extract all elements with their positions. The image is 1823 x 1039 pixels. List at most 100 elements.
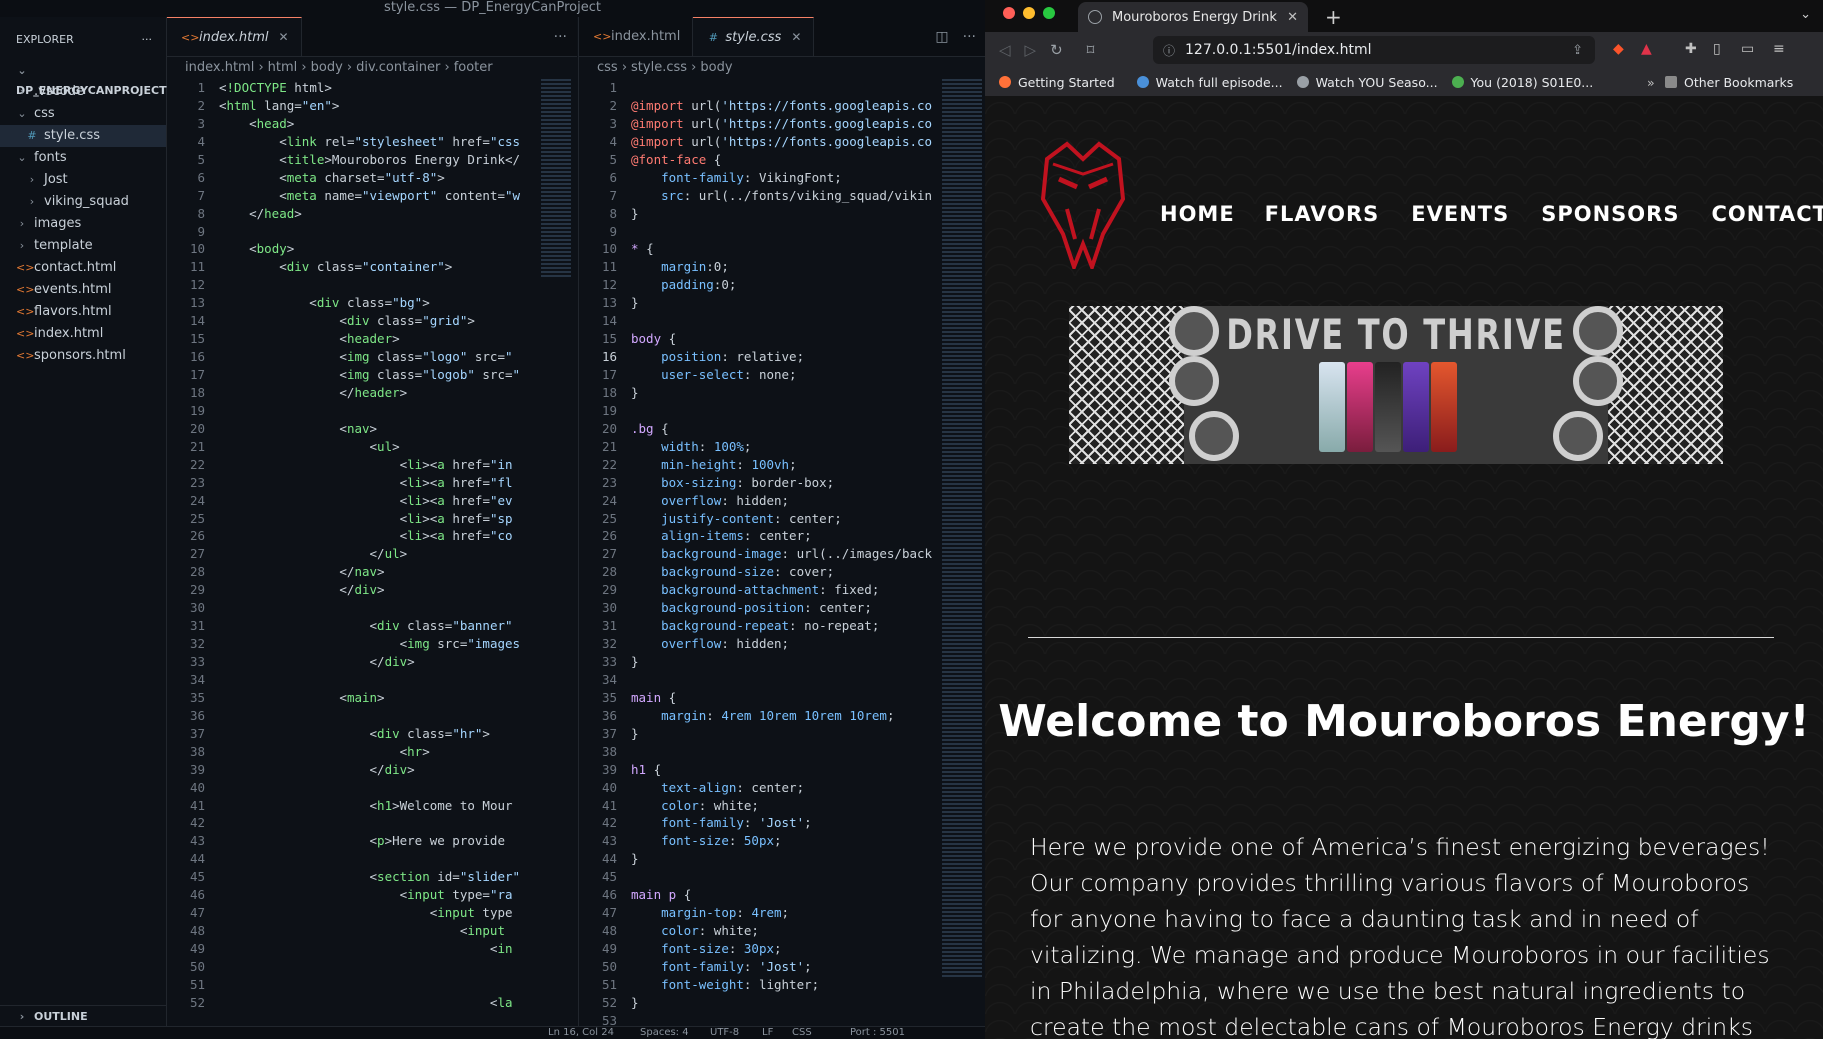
back-icon[interactable]: ◁ xyxy=(999,41,1011,59)
code-line[interactable]: 28 </nav> xyxy=(167,563,577,581)
code-line[interactable]: 16 position: relative; xyxy=(579,348,986,366)
code-line[interactable]: 34 xyxy=(167,671,577,689)
bookmark-getting-started[interactable]: Getting Started xyxy=(999,75,1115,90)
new-tab-button[interactable]: + xyxy=(1325,5,1342,29)
forward-icon[interactable]: ▷ xyxy=(1025,41,1037,59)
code-editor[interactable]: 1 <!DOCTYPE html> 2 <html lang="en"> 3 <head… xyxy=(167,79,577,1027)
code-line[interactable]: 44} xyxy=(579,850,986,868)
code-line[interactable]: 3 @import url('https://fonts.googleapis.c… xyxy=(579,115,986,133)
code-line[interactable]: 15 body { xyxy=(579,330,986,348)
code-line[interactable]: 11 <div class="container"> xyxy=(167,258,577,276)
tab-style-css[interactable]: # style.css ✕ xyxy=(693,17,815,56)
code-line[interactable]: 20 .bg { xyxy=(579,420,986,438)
tree-item[interactable]: # style.css xyxy=(0,125,166,147)
close-icon[interactable]: ✕ xyxy=(791,30,801,44)
close-tab-icon[interactable]: ✕ xyxy=(1287,10,1298,25)
code-line[interactable]: 10 <body> xyxy=(167,240,577,258)
code-line[interactable]: 21 <ul> xyxy=(167,438,577,456)
code-line[interactable]: 6 <meta charset="utf-8"> xyxy=(167,169,577,187)
tree-item[interactable]: ⌄ css xyxy=(0,103,166,125)
code-line[interactable]: 24 overflow: hidden; xyxy=(579,492,986,510)
code-line[interactable]: 13 <div class="bg"> xyxy=(167,294,577,312)
indentation[interactable]: Spaces: 4 xyxy=(640,1027,689,1038)
nav-link-flavors[interactable]: FLAVORS xyxy=(1265,202,1380,226)
code-line[interactable]: 26 <li><a href="co xyxy=(167,527,577,545)
code-line[interactable]: 36 margin: 4rem 10rem 10rem 10rem; xyxy=(579,707,986,725)
split-editor-icon[interactable]: ◫ xyxy=(935,29,948,45)
code-line[interactable]: 5 <title>Mouroboros Energy Drink</ xyxy=(167,151,577,169)
code-line[interactable]: 9 xyxy=(167,223,577,241)
code-line[interactable]: 38 <hr> xyxy=(167,743,577,761)
breadcrumb-item[interactable]: css › xyxy=(597,60,627,75)
code-line[interactable]: 23 box-sizing: border-box; xyxy=(579,474,986,492)
code-line[interactable]: 40 text-align: center; xyxy=(579,779,986,797)
code-line[interactable]: 51 xyxy=(167,976,577,994)
live-server-port[interactable]: Port : 5501 xyxy=(850,1027,905,1038)
code-line[interactable]: 8} xyxy=(579,205,986,223)
code-line[interactable]: 28 background-size: cover; xyxy=(579,563,986,581)
chevron-down-icon[interactable]: ⌄ xyxy=(1800,7,1811,22)
code-line[interactable]: 40 xyxy=(167,779,577,797)
code-line[interactable]: 47 <input type xyxy=(167,904,577,922)
code-line[interactable]: 18} xyxy=(579,384,986,402)
code-line[interactable]: 8 </head> xyxy=(167,205,577,223)
outline-section[interactable]: › OUTLINE xyxy=(0,1005,166,1027)
other-bookmarks[interactable]: Other Bookmarks xyxy=(1665,75,1793,90)
site-info-icon[interactable]: ⓘ xyxy=(1163,42,1175,59)
code-line[interactable]: 30 background-position: center; xyxy=(579,599,986,617)
more-actions-icon[interactable]: ··· xyxy=(554,29,567,45)
code-line[interactable]: 37 <div class="hr"> xyxy=(167,725,577,743)
code-line[interactable]: 29 </div> xyxy=(167,581,577,599)
code-line[interactable]: 22 min-height: 100vh; xyxy=(579,456,986,474)
code-line[interactable]: 4 <link rel="stylesheet" href="css xyxy=(167,133,577,151)
code-line[interactable]: 31 <div class="banner" xyxy=(167,617,577,635)
code-line[interactable]: 6 font-family: VikingFont; xyxy=(579,169,986,187)
tree-item[interactable]: › images xyxy=(0,213,166,235)
mouroboros-logo[interactable] xyxy=(1037,139,1129,269)
code-editor[interactable]: 1 2 @import url('https://fonts.googleapis.… xyxy=(579,79,986,1027)
code-line[interactable]: 46 <input type="ra xyxy=(167,886,577,904)
code-line[interactable]: 50 xyxy=(167,958,577,976)
code-line[interactable]: 24 <li><a href="ev xyxy=(167,492,577,510)
code-line[interactable]: 14 xyxy=(579,312,986,330)
browser-tab[interactable]: Mouroboros Energy Drink ✕ xyxy=(1078,2,1308,32)
code-line[interactable]: 38 xyxy=(579,743,986,761)
code-line[interactable]: 45 <section id="slider" xyxy=(167,868,577,886)
nav-link-home[interactable]: HOME xyxy=(1160,202,1235,226)
code-line[interactable]: 34 xyxy=(579,671,986,689)
share-icon[interactable]: ⇪ xyxy=(1572,43,1583,58)
brave-rewards-icon[interactable]: ▲ xyxy=(1641,41,1652,57)
code-line[interactable]: 43 <p>Here we provide xyxy=(167,832,577,850)
code-line[interactable]: 2 <html lang="en"> xyxy=(167,97,577,115)
tab-index-html[interactable]: <> index.html ✕ xyxy=(167,17,302,56)
overflow-chevron-icon[interactable]: » xyxy=(1647,75,1655,90)
code-line[interactable]: 52} xyxy=(579,994,986,1012)
tree-item[interactable]: › viking_squad xyxy=(0,191,166,213)
code-line[interactable]: 52 <la xyxy=(167,994,577,1012)
code-line[interactable]: 44 xyxy=(167,850,577,868)
code-line[interactable]: 33 </div> xyxy=(167,653,577,671)
code-line[interactable]: 25 <li><a href="sp xyxy=(167,510,577,528)
nav-link-contact[interactable]: CONTACT xyxy=(1711,202,1823,226)
code-line[interactable]: 12 padding:0; xyxy=(579,276,986,294)
code-line[interactable]: 42 font-family: 'Jost'; xyxy=(579,814,986,832)
code-line[interactable]: 17 user-select: none; xyxy=(579,366,986,384)
breadcrumb-item[interactable]: html › xyxy=(268,60,307,75)
cursor-position[interactable]: Ln 16, Col 24 xyxy=(548,1027,614,1038)
tree-item[interactable]: <> events.html xyxy=(0,279,166,301)
tab-index-html[interactable]: <> index.html xyxy=(579,17,694,56)
code-line[interactable]: 31 background-repeat: no-repeat; xyxy=(579,617,986,635)
code-line[interactable]: 12 xyxy=(167,276,577,294)
code-line[interactable]: 41 color: white; xyxy=(579,797,986,815)
code-line[interactable]: 37} xyxy=(579,725,986,743)
code-line[interactable]: 48 color: white; xyxy=(579,922,986,940)
sidebar-icon[interactable]: ▯ xyxy=(1713,41,1721,57)
code-line[interactable]: 7 src: url(../fonts/viking_squad/vikin xyxy=(579,187,986,205)
code-line[interactable]: 21 width: 100%; xyxy=(579,438,986,456)
code-line[interactable]: 35 main { xyxy=(579,689,986,707)
code-line[interactable]: 3 <head> xyxy=(167,115,577,133)
code-line[interactable]: 53 xyxy=(579,1012,986,1027)
extensions-icon[interactable]: ✚ xyxy=(1685,41,1697,57)
code-line[interactable]: 9 xyxy=(579,223,986,241)
code-line[interactable]: 14 <div class="grid"> xyxy=(167,312,577,330)
